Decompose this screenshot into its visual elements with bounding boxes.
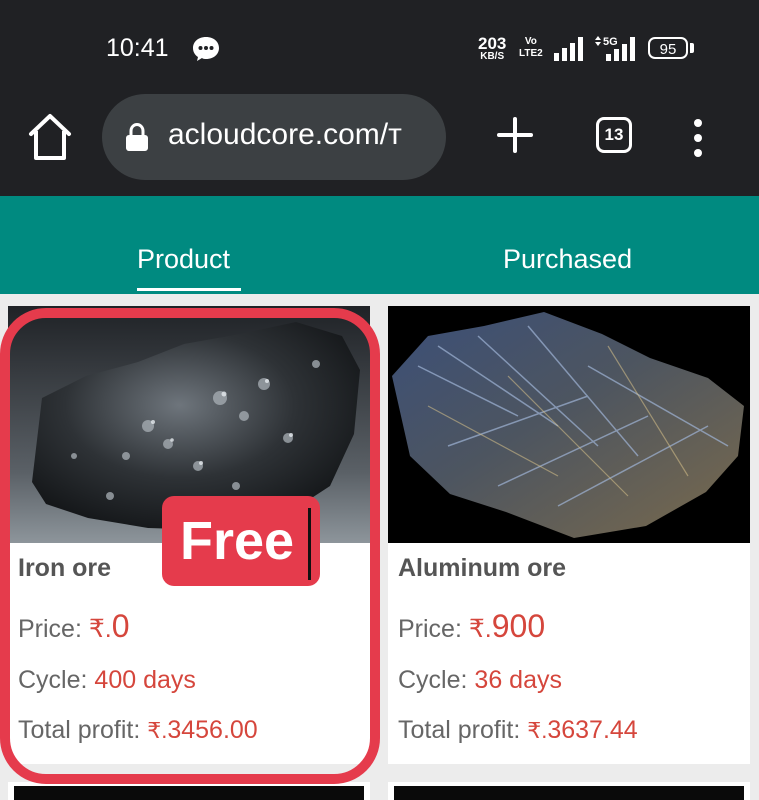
product-image-partial (14, 786, 364, 800)
lock-icon (126, 122, 148, 151)
cycle-row: Cycle: 400 days (18, 666, 196, 695)
cycle-row: Cycle: 36 days (398, 666, 562, 695)
cycle-label: Cycle: (398, 666, 468, 694)
svg-text:5G: 5G (603, 36, 618, 48)
currency-symbol: ₹. (88, 615, 112, 643)
product-card-next-right[interactable] (388, 782, 750, 800)
currency-symbol: ₹. (147, 718, 168, 743)
signal-strength-icon (554, 37, 583, 61)
price-value: 900 (491, 608, 546, 644)
status-time: 10:41 (106, 34, 169, 62)
more-menu-icon[interactable] (690, 118, 706, 158)
browser-chrome: 10:41 203 KB/S Vo LTE2 5G 95 acloudcore.… (0, 0, 759, 196)
new-tab-button[interactable] (493, 113, 537, 157)
network-speed-value: 203 (478, 34, 507, 53)
message-notification-icon (193, 37, 219, 61)
product-image-partial (394, 786, 744, 800)
url-text[interactable]: acloudcore.com/т (168, 118, 402, 152)
product-card-next-left[interactable] (8, 782, 370, 800)
volte-bottom: LTE2 (519, 48, 543, 59)
price-row: Price: ₹.900 (398, 608, 545, 645)
free-badge: Free (162, 496, 320, 586)
home-button[interactable] (26, 112, 74, 162)
active-tab-indicator (137, 288, 241, 291)
network-speed-unit: KB/S (480, 51, 505, 62)
cycle-label: Cycle: (18, 666, 88, 694)
price-value: 0 (111, 608, 130, 644)
battery-icon: 95 (648, 37, 688, 59)
battery-tip (690, 43, 694, 53)
aluminum-ore-image (388, 306, 750, 543)
volte-top: Vo (524, 36, 537, 47)
volte-indicator: Vo LTE2 (519, 36, 543, 60)
price-label: Price: (18, 615, 82, 643)
profit-label: Total profit: (18, 716, 141, 744)
5g-signal-icon: 5G (595, 36, 635, 61)
price-label: Price: (398, 615, 462, 643)
profit-label: Total profit: (398, 716, 521, 744)
tab-bar: Product Purchased (0, 196, 759, 294)
text-cursor (308, 508, 311, 580)
cycle-value: 36 days (474, 666, 562, 694)
product-name: Aluminum ore (398, 554, 567, 582)
tab-switcher-button[interactable]: 13 (596, 117, 632, 153)
currency-symbol: ₹. (527, 718, 548, 743)
address-bar[interactable]: acloudcore.com/т (102, 94, 446, 180)
product-name: Iron ore (18, 554, 112, 582)
tab-product[interactable]: Product (137, 244, 230, 275)
product-card-aluminum-ore[interactable]: Aluminum ore Price: ₹.900 Cycle: 36 days… (388, 306, 750, 764)
profit-value: 3637.44 (547, 716, 638, 744)
profit-row: Total profit: ₹.3456.00 (18, 716, 258, 745)
profit-row: Total profit: ₹.3637.44 (398, 716, 638, 745)
price-row: Price: ₹.0 (18, 608, 130, 645)
cycle-value: 400 days (94, 666, 196, 694)
tab-purchased[interactable]: Purchased (503, 244, 632, 275)
network-speed: 203 KB/S (478, 35, 506, 62)
profit-value: 3456.00 (167, 716, 258, 744)
currency-symbol: ₹. (468, 615, 492, 643)
